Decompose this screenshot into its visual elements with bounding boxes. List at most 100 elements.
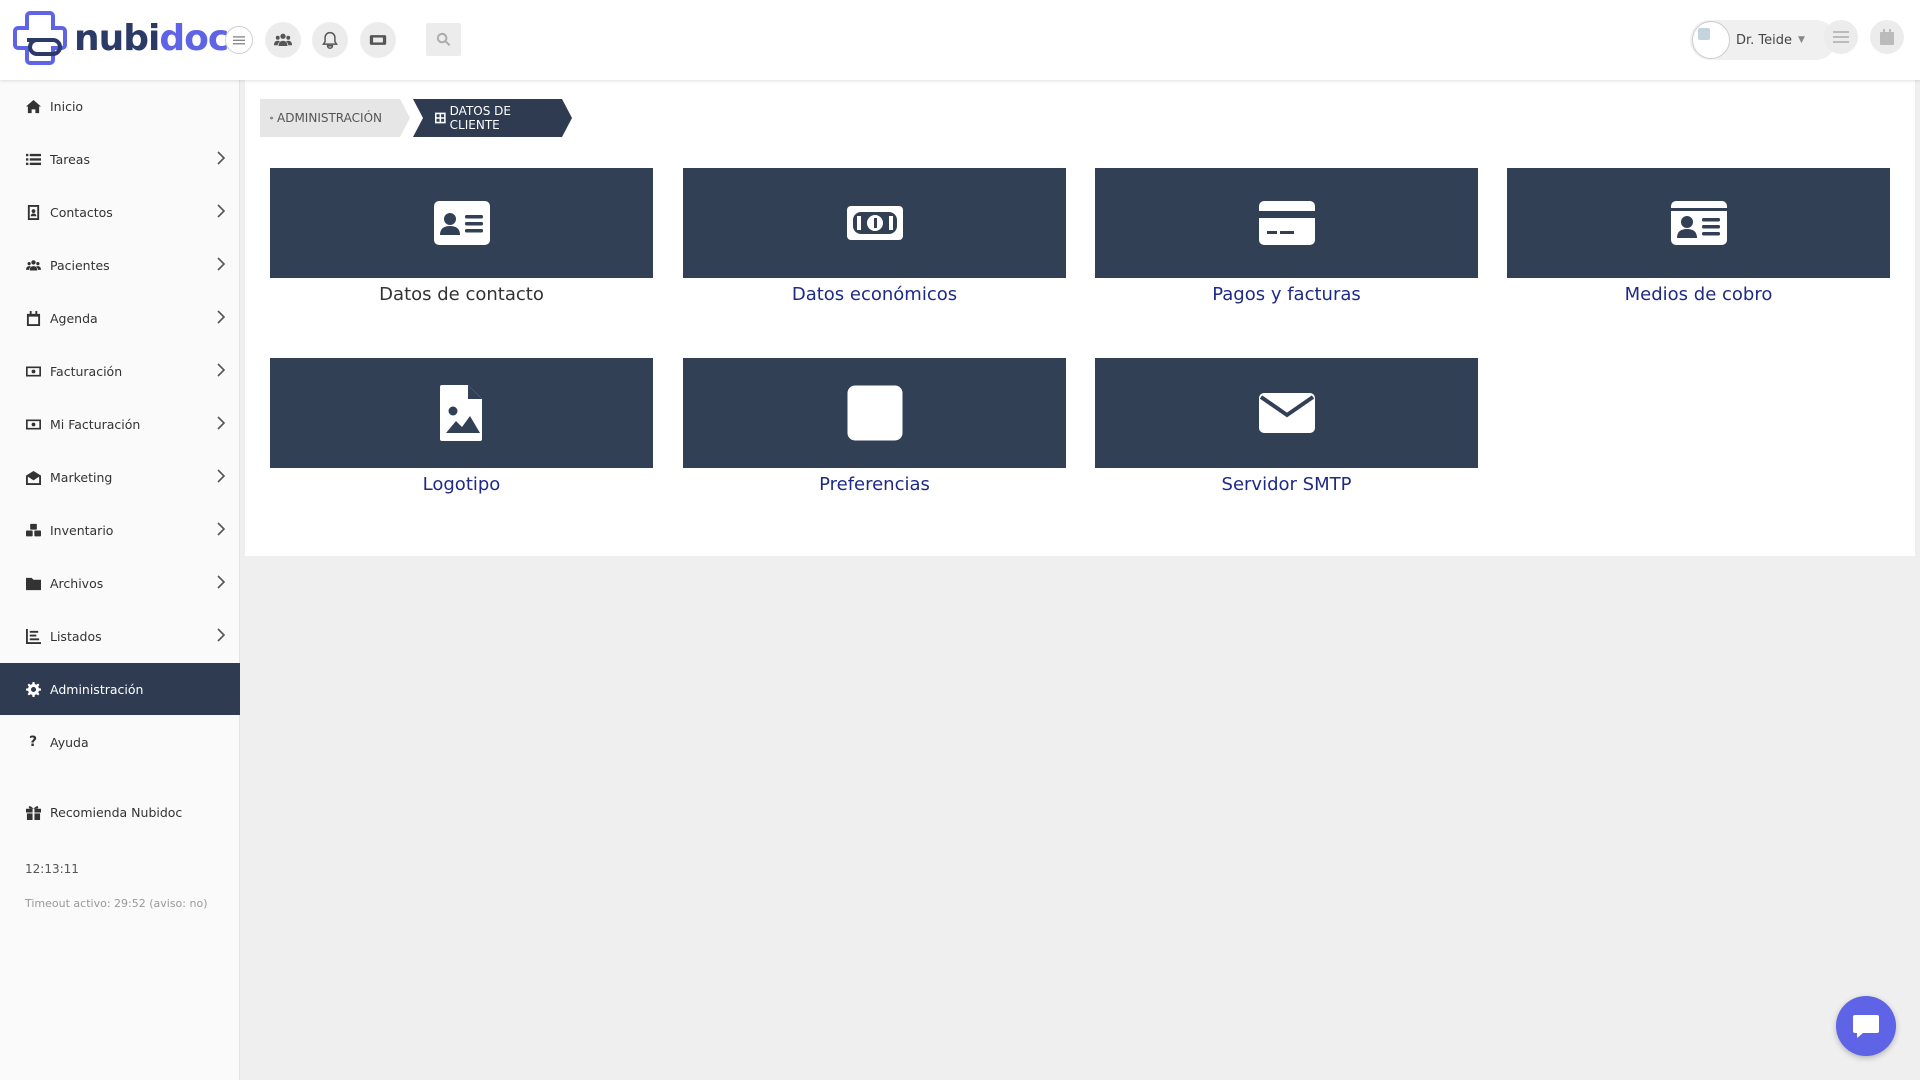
sidebar-item-inicio[interactable]: Inicio — [0, 80, 240, 132]
timeout-status: Timeout activo: 29:52 (aviso: no) — [25, 897, 208, 910]
sidebar-item-archivos[interactable]: Archivos — [0, 557, 240, 609]
search-icon — [436, 32, 451, 46]
ticket-icon — [369, 35, 387, 45]
chevron-right-icon — [216, 310, 226, 324]
breadcrumb-label: ADMINISTRACIÓN — [277, 111, 382, 125]
caret-down-icon: ▼ — [1798, 35, 1805, 45]
card-label: Logotipo — [422, 474, 501, 495]
breadcrumb-label: DATOS DE CLIENTE — [449, 104, 511, 132]
card-preferencias[interactable]: Preferencias — [683, 358, 1066, 523]
money-bill-icon — [25, 363, 41, 379]
sidebar-item-inventario[interactable]: Inventario — [0, 504, 240, 556]
bell-icon — [322, 31, 338, 49]
sidebar-item-label: Archivos — [50, 575, 104, 591]
card-header — [1507, 168, 1890, 278]
sidebar-item-administracion[interactable]: Administración — [0, 663, 240, 715]
chevron-right-icon — [216, 416, 226, 430]
chevron-right-icon — [216, 204, 226, 218]
notifications-button[interactable] — [312, 22, 348, 58]
card-label: Datos de contacto — [379, 284, 544, 305]
card-datos-contacto[interactable]: Datos de contacto — [270, 168, 653, 333]
gift-icon — [25, 804, 41, 820]
sidebar-item-label: Ayuda — [50, 734, 89, 750]
sidebar: Inicio Tareas Contactos Pacientes Agenda… — [0, 80, 240, 1080]
gear-icon — [270, 116, 273, 120]
sidebar-item-label: Marketing — [50, 469, 113, 485]
breadcrumb-datos-cliente[interactable]: DATOS DE CLIENTE — [413, 99, 572, 137]
sidebar-item-agenda[interactable]: Agenda — [0, 292, 240, 344]
chevron-right-icon — [216, 575, 226, 589]
sidebar-item-recomienda[interactable]: Recomienda Nubidoc — [0, 786, 240, 838]
sidebar-toggle-button[interactable] — [225, 26, 253, 54]
hamburger-icon — [233, 35, 245, 44]
users-icon — [274, 33, 292, 46]
sidebar-item-label: Tareas — [50, 151, 90, 167]
card-medios-cobro[interactable]: Medios de cobro — [1507, 168, 1890, 333]
card-logotipo[interactable]: Logotipo — [270, 358, 653, 523]
logo-text: nubidoc — [74, 17, 229, 59]
card-servidor-smtp[interactable]: Servidor SMTP — [1095, 358, 1478, 523]
home-icon — [25, 98, 41, 114]
chevron-right-icon — [216, 469, 226, 483]
user-menu[interactable]: Dr. Teide ▼ — [1690, 20, 1836, 60]
card-datos-economicos[interactable]: Datos económicos — [683, 168, 1066, 333]
id-card-icon — [433, 201, 490, 245]
card-label: Servidor SMTP — [1221, 474, 1352, 495]
sidebar-item-marketing[interactable]: Marketing — [0, 451, 240, 503]
calendar-button[interactable] — [1870, 20, 1904, 54]
breadcrumb: ADMINISTRACIÓN DATOS DE CLIENTE — [260, 99, 572, 137]
sidebar-item-ayuda[interactable]: ? Ayuda — [0, 716, 240, 768]
chevron-right-icon — [216, 628, 226, 642]
sidebar-item-tareas[interactable]: Tareas — [0, 133, 240, 185]
breadcrumb-administracion[interactable]: ADMINISTRACIÓN — [260, 99, 410, 137]
card-header — [1095, 358, 1478, 468]
users-button[interactable] — [265, 22, 301, 58]
tickets-button[interactable] — [360, 22, 396, 58]
sidebar-item-label: Inicio — [50, 98, 84, 114]
sidebar-item-facturacion[interactable]: Facturación — [0, 345, 240, 397]
search-button[interactable] — [426, 23, 461, 56]
sidebar-item-label: Listados — [50, 628, 102, 644]
logo[interactable]: nubidoc — [12, 10, 229, 66]
logo-cross-icon — [13, 11, 67, 65]
card-header — [683, 358, 1066, 468]
id-card-alt-icon — [1670, 201, 1727, 245]
card-header — [270, 168, 653, 278]
money-bill-icon — [846, 206, 903, 240]
folder-icon — [25, 575, 41, 591]
table-icon — [435, 112, 446, 124]
card-header — [1095, 168, 1478, 278]
sidebar-item-label: Administración — [50, 681, 144, 697]
sidebar-item-label: Pacientes — [50, 257, 110, 273]
chat-icon — [1853, 1015, 1879, 1038]
sidebar-item-label: Inventario — [50, 522, 114, 538]
calendar-icon — [1880, 29, 1894, 45]
card-header — [683, 168, 1066, 278]
sidebar-item-label: Recomienda Nubidoc — [50, 804, 183, 820]
users-icon — [25, 257, 41, 273]
card-header — [270, 358, 653, 468]
sidebar-item-contactos[interactable]: Contactos — [0, 186, 240, 238]
credit-card-icon — [1258, 201, 1315, 245]
chat-button[interactable] — [1836, 996, 1896, 1056]
sidebar-item-label: Agenda — [50, 310, 98, 326]
money-bill-icon — [25, 416, 41, 432]
menu-button[interactable] — [1824, 20, 1858, 54]
gear-icon — [25, 681, 41, 697]
address-book-icon — [25, 204, 41, 220]
card-pagos-facturas[interactable]: Pagos y facturas — [1095, 168, 1478, 333]
chevron-right-icon — [216, 363, 226, 377]
question-icon: ? — [28, 734, 38, 750]
chevron-right-icon — [216, 151, 226, 165]
top-bar: nubidoc Dr. Teide ▼ — [0, 0, 1920, 80]
calendar-icon — [25, 310, 41, 326]
sidebar-item-mi-facturacion[interactable]: Mi Facturación — [0, 398, 240, 450]
sidebar-item-listados[interactable]: Listados — [0, 610, 240, 662]
sidebar-item-label: Mi Facturación — [50, 416, 141, 432]
cubes-icon — [25, 522, 41, 538]
sidebar-item-pacientes[interactable]: Pacientes — [0, 239, 240, 291]
sidebar-item-label: Facturación — [50, 363, 123, 379]
chart-icon — [25, 628, 41, 644]
sidebar-item-label: Contactos — [50, 204, 113, 220]
clock: 12:13:11 — [25, 862, 79, 876]
